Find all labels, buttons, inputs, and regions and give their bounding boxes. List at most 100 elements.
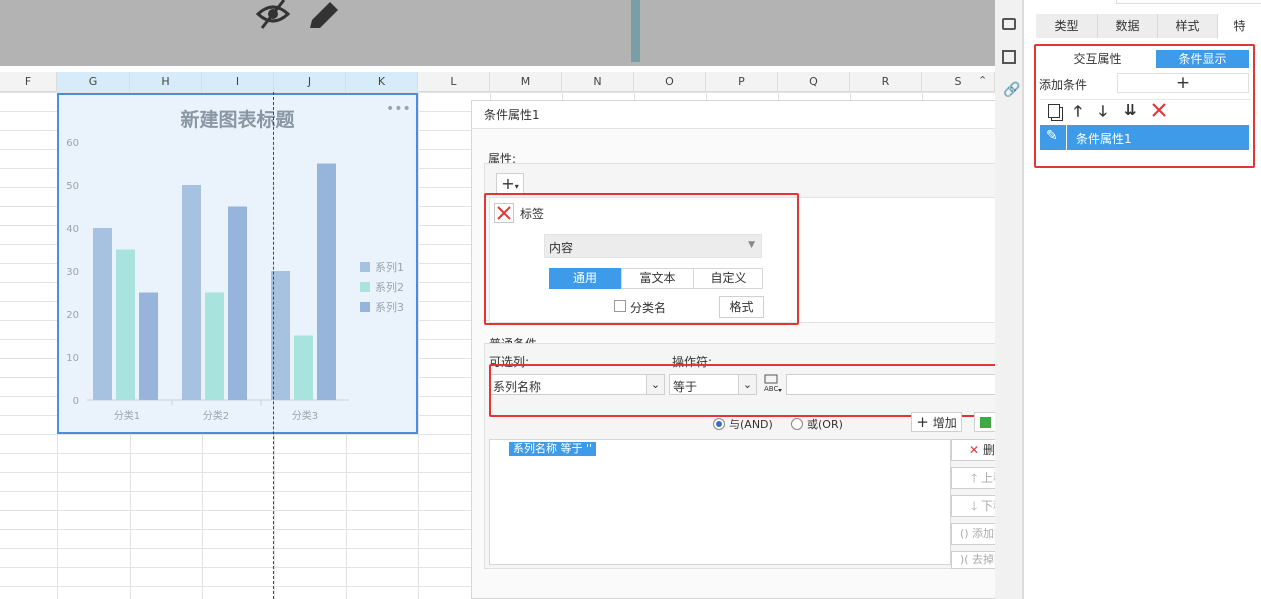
link-icon[interactable]: 🔗	[1003, 82, 1020, 98]
edit-icon[interactable]	[306, 0, 340, 30]
add-condition-plus-button[interactable]: +	[1117, 73, 1249, 93]
column-header-cell[interactable]: K	[346, 72, 418, 92]
tab-data[interactable]: 数据	[1098, 14, 1158, 38]
column-header-cell[interactable]: Q	[778, 72, 850, 92]
panel-icon[interactable]	[1002, 18, 1016, 30]
or-label: 或(OR)	[807, 418, 843, 431]
dialog-title: 条件属性1	[472, 101, 1040, 129]
y-tick-label: 50	[66, 181, 79, 192]
operator-label: 操作符:	[672, 355, 713, 369]
column-header-cell[interactable]: G	[57, 72, 130, 92]
legend-swatch	[360, 262, 370, 272]
grid-line	[418, 92, 419, 599]
add-attribute-button[interactable]: +▾	[496, 173, 524, 195]
content-dropdown[interactable]: 内容 ▼	[544, 234, 762, 258]
tab-custom[interactable]: 自定义	[693, 268, 763, 289]
scroll-up-icon[interactable]: ⌃	[978, 74, 987, 87]
modify-icon	[980, 417, 992, 428]
legend-label: 系列2	[375, 280, 404, 294]
condition-value-input[interactable]	[786, 374, 1025, 395]
bar	[182, 185, 201, 400]
column-header-cell[interactable]: I	[202, 72, 274, 92]
close-icon: ✕	[969, 443, 980, 457]
arrow-up-icon: 🡑	[970, 471, 978, 485]
chevron-down-icon: ⌄	[738, 375, 756, 394]
add-condition-label: 添加条件	[1039, 78, 1088, 92]
operator-select[interactable]: 等于 ⌄	[669, 374, 757, 395]
column-header-cell[interactable]: H	[130, 72, 202, 92]
canvas-top-area	[0, 0, 995, 66]
bracket-icon: )(	[959, 553, 969, 566]
arrow-down-icon[interactable]: 🡓	[1099, 101, 1107, 126]
tab-type[interactable]: 类型	[1036, 14, 1098, 38]
column-header-cell[interactable]: R	[850, 72, 922, 92]
format-button[interactable]: 格式	[719, 296, 764, 318]
guide-line	[273, 92, 274, 599]
y-tick-label: 10	[66, 353, 79, 364]
condition-item-1[interactable]: ✎ 条件属性1	[1040, 125, 1249, 150]
bar	[116, 249, 135, 400]
x-tick-label: 分类3	[292, 409, 318, 422]
category-name-label: 分类名	[630, 301, 667, 315]
column-header-cell[interactable]: O	[634, 72, 706, 92]
legend-swatch	[360, 302, 370, 312]
y-tick-label: 30	[66, 267, 79, 278]
category-name-checkbox[interactable]	[614, 300, 626, 312]
subtab-interaction[interactable]: 交互属性	[1041, 50, 1154, 68]
right-panel: 类型 数据 样式 特 交互属性 条件显示 添加条件 + 🡑 🡓 ⇊ ✎ 条件属性…	[1023, 0, 1261, 599]
delete-icon[interactable]	[1151, 102, 1167, 121]
column-header-cell[interactable]: N	[562, 72, 634, 92]
hide-icon[interactable]	[255, 0, 291, 30]
move-bottom-icon[interactable]: ⇊	[1124, 101, 1137, 119]
bar	[228, 206, 247, 400]
add-condition-button[interactable]: + 增加	[911, 412, 962, 432]
arrow-down-icon: 🡓	[970, 499, 978, 513]
tab-rich-text[interactable]: 富文本	[621, 268, 693, 289]
bar	[93, 228, 112, 400]
x-tick-label: 分类2	[203, 409, 229, 422]
column-header-cell[interactable]: L	[418, 72, 490, 92]
subtab-condition-display[interactable]: 条件显示	[1156, 50, 1249, 68]
tab-general[interactable]: 通用	[549, 268, 621, 289]
tool-strip: 🔗	[995, 0, 1023, 599]
optional-column-label: 可选列:	[489, 355, 530, 369]
tab-special[interactable]: 特	[1218, 14, 1261, 38]
column-header-cell[interactable]: F	[0, 72, 57, 92]
arrow-up-icon[interactable]: 🡑	[1074, 101, 1082, 126]
y-tick-label: 60	[66, 138, 79, 149]
condition-list-item[interactable]: 系列名称 等于 ''	[509, 442, 597, 456]
tab-style[interactable]: 样式	[1158, 14, 1218, 38]
remove-tag-icon[interactable]	[494, 203, 514, 223]
x-tick-label: 分类1	[114, 409, 140, 422]
canvas-divider	[631, 0, 640, 62]
or-radio[interactable]	[791, 418, 803, 430]
bracket-icon: ()	[959, 527, 969, 540]
condition-dialog: 条件属性1 属性: +▾ ⌃ ⌄ 标签 内容 ▼ 通用 富文本 自定义 分类名 …	[471, 100, 1041, 599]
y-tick-label: 20	[66, 310, 79, 321]
bar	[294, 335, 313, 400]
and-radio[interactable]	[713, 418, 725, 430]
value-type-icon[interactable]: ABC	[762, 373, 784, 395]
chart-plot: 60 50 40 30 20 10 0 分类1 分类2 分类3 系列1 系列2 系列3	[66, 138, 404, 422]
chevron-down-icon: ▼	[748, 240, 755, 250]
y-tick-label: 40	[66, 224, 79, 235]
chevron-down-icon: ⌄	[646, 375, 664, 394]
layer-icon[interactable]	[1002, 50, 1016, 64]
bar	[139, 292, 158, 400]
column-select[interactable]: 系列名称 ⌄	[489, 374, 665, 395]
tag-label: 标签	[520, 207, 545, 221]
column-header-cell[interactable]: J	[274, 72, 346, 92]
pencil-icon: ✎	[1046, 128, 1058, 144]
bar	[317, 163, 336, 400]
copy-icon[interactable]	[1048, 104, 1060, 118]
bar	[205, 292, 224, 400]
legend-label: 系列3	[375, 300, 404, 314]
y-tick-label: 0	[73, 396, 79, 407]
and-label: 与(AND)	[729, 418, 773, 431]
column-header-cell[interactable]: P	[706, 72, 778, 92]
legend-label: 系列1	[375, 260, 404, 274]
svg-text:ABC: ABC	[764, 385, 778, 393]
condition-list[interactable]: 系列名称 等于 ''	[489, 439, 951, 565]
chart-container[interactable]: 新建图表标题 ••• 60 50 40 30 20 10 0 分类1 分类2 分类3 系列1 系列2 系…	[57, 93, 418, 434]
column-header-cell[interactable]: M	[490, 72, 562, 92]
